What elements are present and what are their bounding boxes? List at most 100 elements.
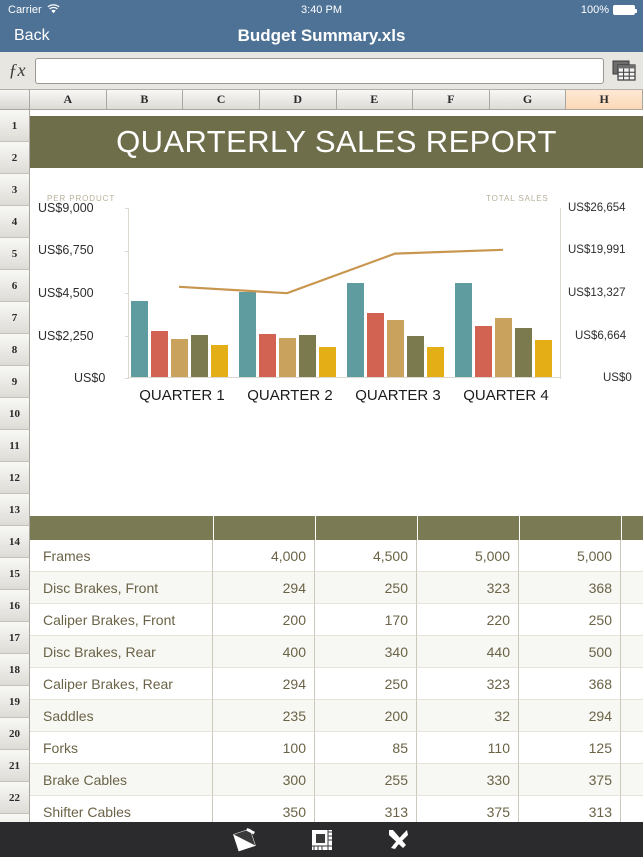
table-cell-q4: 5,000 xyxy=(519,540,621,572)
table-cell-q4: 125 xyxy=(519,732,621,764)
data-table-rows: Frames 4,000 4,500 5,000 5,000 Disc Brakes, F… xyxy=(30,540,643,828)
x-axis-label-q2: QUARTER 2 xyxy=(247,387,333,404)
column-header-e[interactable]: E xyxy=(336,90,414,110)
row-header-15[interactable]: 15 xyxy=(0,558,30,590)
column-header-c[interactable]: C xyxy=(183,90,260,110)
formula-input[interactable] xyxy=(35,57,604,84)
row-header-8[interactable]: 8 xyxy=(0,334,30,366)
table-row-label: Brake Cables xyxy=(30,764,213,796)
row-header-21[interactable]: 21 xyxy=(0,750,30,782)
grid-ruler-icon[interactable] xyxy=(308,827,336,853)
row-header-20[interactable]: 20 xyxy=(0,718,30,750)
row-header-6[interactable]: 6 xyxy=(0,270,30,302)
table-cell-q1: 4,000 xyxy=(213,540,315,572)
table-row-tail xyxy=(621,636,643,668)
table-row[interactable]: Disc Brakes, Front 294 250 323 368 xyxy=(30,572,643,604)
status-bar-time: 3:40 PM xyxy=(301,4,342,16)
row-header-4[interactable]: 4 xyxy=(0,206,30,238)
row-header-5[interactable]: 5 xyxy=(0,238,30,270)
row-header-19[interactable]: 19 xyxy=(0,686,30,718)
row-header-2[interactable]: 2 xyxy=(0,142,30,174)
y-axis-tick-mark xyxy=(125,293,129,294)
sheet-edit-icon[interactable] xyxy=(232,827,260,853)
column-header-b[interactable]: B xyxy=(106,90,184,110)
chart-right-axis-line xyxy=(560,208,561,379)
table-cell-q1: 294 xyxy=(213,668,315,700)
row-header-9[interactable]: 9 xyxy=(0,366,30,398)
table-row[interactable]: Saddles 235 200 32 294 xyxy=(30,700,643,732)
column-header-g[interactable]: G xyxy=(489,90,567,110)
table-cell-q1: 235 xyxy=(213,700,315,732)
data-table-header-q1 xyxy=(214,516,315,540)
table-cell-q1: 300 xyxy=(213,764,315,796)
table-row-label: Saddles xyxy=(30,700,213,732)
table-row-label: Forks xyxy=(30,732,213,764)
table-cell-q3: 440 xyxy=(417,636,519,668)
row-header-22[interactable]: 22 xyxy=(0,782,30,814)
table-row-tail xyxy=(621,732,643,764)
column-header-h[interactable]: H xyxy=(566,90,643,110)
table-cell-q3: 110 xyxy=(417,732,519,764)
nav-bar: Back Budget Summary.xls xyxy=(0,20,643,52)
app-screen: Carrier 3:40 PM 100% Back Budget Summary… xyxy=(0,0,643,857)
table-row-tail xyxy=(621,572,643,604)
table-cell-q1: 200 xyxy=(213,604,315,636)
row-header-13[interactable]: 13 xyxy=(0,494,30,526)
table-row[interactable]: Caliper Brakes, Front 200 170 220 250 xyxy=(30,604,643,636)
sheets-icon[interactable] xyxy=(611,58,637,84)
y-axis-tick-4: US$0 xyxy=(74,371,106,385)
row-header-1[interactable]: 1 xyxy=(0,110,30,142)
table-row-label: Caliper Brakes, Front xyxy=(30,604,213,636)
status-bar-left: Carrier xyxy=(8,3,60,17)
column-header-d[interactable]: D xyxy=(259,90,337,110)
tools-icon[interactable] xyxy=(384,827,412,853)
table-cell-q4: 500 xyxy=(519,636,621,668)
table-cell-q2: 4,500 xyxy=(315,540,417,572)
y2-axis-tick-2: US$13,327 xyxy=(568,287,626,299)
row-header-14[interactable]: 14 xyxy=(0,526,30,558)
table-row[interactable]: Disc Brakes, Rear 400 340 440 500 xyxy=(30,636,643,668)
table-cell-q2: 170 xyxy=(315,604,417,636)
table-row[interactable]: Brake Cables 300 255 330 375 xyxy=(30,764,643,796)
row-header-3[interactable]: 3 xyxy=(0,174,30,206)
row-header-12[interactable]: 12 xyxy=(0,462,30,494)
y2-axis-tick-1: US$19,991 xyxy=(568,244,626,256)
y2-axis-tick-3: US$6,664 xyxy=(575,330,627,342)
x-axis-label-q3: QUARTER 3 xyxy=(355,387,441,404)
bottom-toolbar xyxy=(0,822,643,857)
table-cell-q1: 294 xyxy=(213,572,315,604)
table-row-tail xyxy=(621,540,643,572)
battery-icon xyxy=(613,5,637,15)
table-row[interactable]: Forks 100 85 110 125 xyxy=(30,732,643,764)
y-axis-tick-1: US$6,750 xyxy=(38,243,94,257)
select-all-corner[interactable] xyxy=(0,90,30,110)
data-table-header-tail xyxy=(622,516,643,540)
column-header-row: A B C D E F G H xyxy=(0,90,643,110)
report-banner: QUARTERLY SALES REPORT xyxy=(30,116,643,168)
table-row-tail xyxy=(621,700,643,732)
table-cell-q2: 250 xyxy=(315,572,417,604)
back-button[interactable]: Back xyxy=(14,27,50,45)
row-header-18[interactable]: 18 xyxy=(0,654,30,686)
status-bar: Carrier 3:40 PM 100% xyxy=(0,0,643,20)
row-header-11[interactable]: 11 xyxy=(0,430,30,462)
column-header-a[interactable]: A xyxy=(30,90,107,110)
row-header-column: 1234567891011121314151617181920212223242… xyxy=(0,110,30,829)
column-header-f[interactable]: F xyxy=(413,90,490,110)
table-row[interactable]: Frames 4,000 4,500 5,000 5,000 xyxy=(30,540,643,572)
sheet-content: QUARTERLY SALES REPORT PER PRODUCT TOTAL… xyxy=(30,110,643,829)
table-cell-q4: 368 xyxy=(519,668,621,700)
table-row[interactable]: Caliper Brakes, Rear 294 250 323 368 xyxy=(30,668,643,700)
y2-axis-tick-0: US$26,654 xyxy=(568,202,626,214)
row-header-17[interactable]: 17 xyxy=(0,622,30,654)
row-header-16[interactable]: 16 xyxy=(0,590,30,622)
row-header-7[interactable]: 7 xyxy=(0,302,30,334)
data-table-header-q4 xyxy=(520,516,621,540)
battery-percent-label: 100% xyxy=(580,4,609,16)
table-cell-q1: 400 xyxy=(213,636,315,668)
y-axis-tick-3: US$2,250 xyxy=(38,329,94,343)
row-header-10[interactable]: 10 xyxy=(0,398,30,430)
table-row-label: Frames xyxy=(30,540,213,572)
fx-icon: ƒx xyxy=(8,60,26,80)
table-row-tail xyxy=(621,668,643,700)
